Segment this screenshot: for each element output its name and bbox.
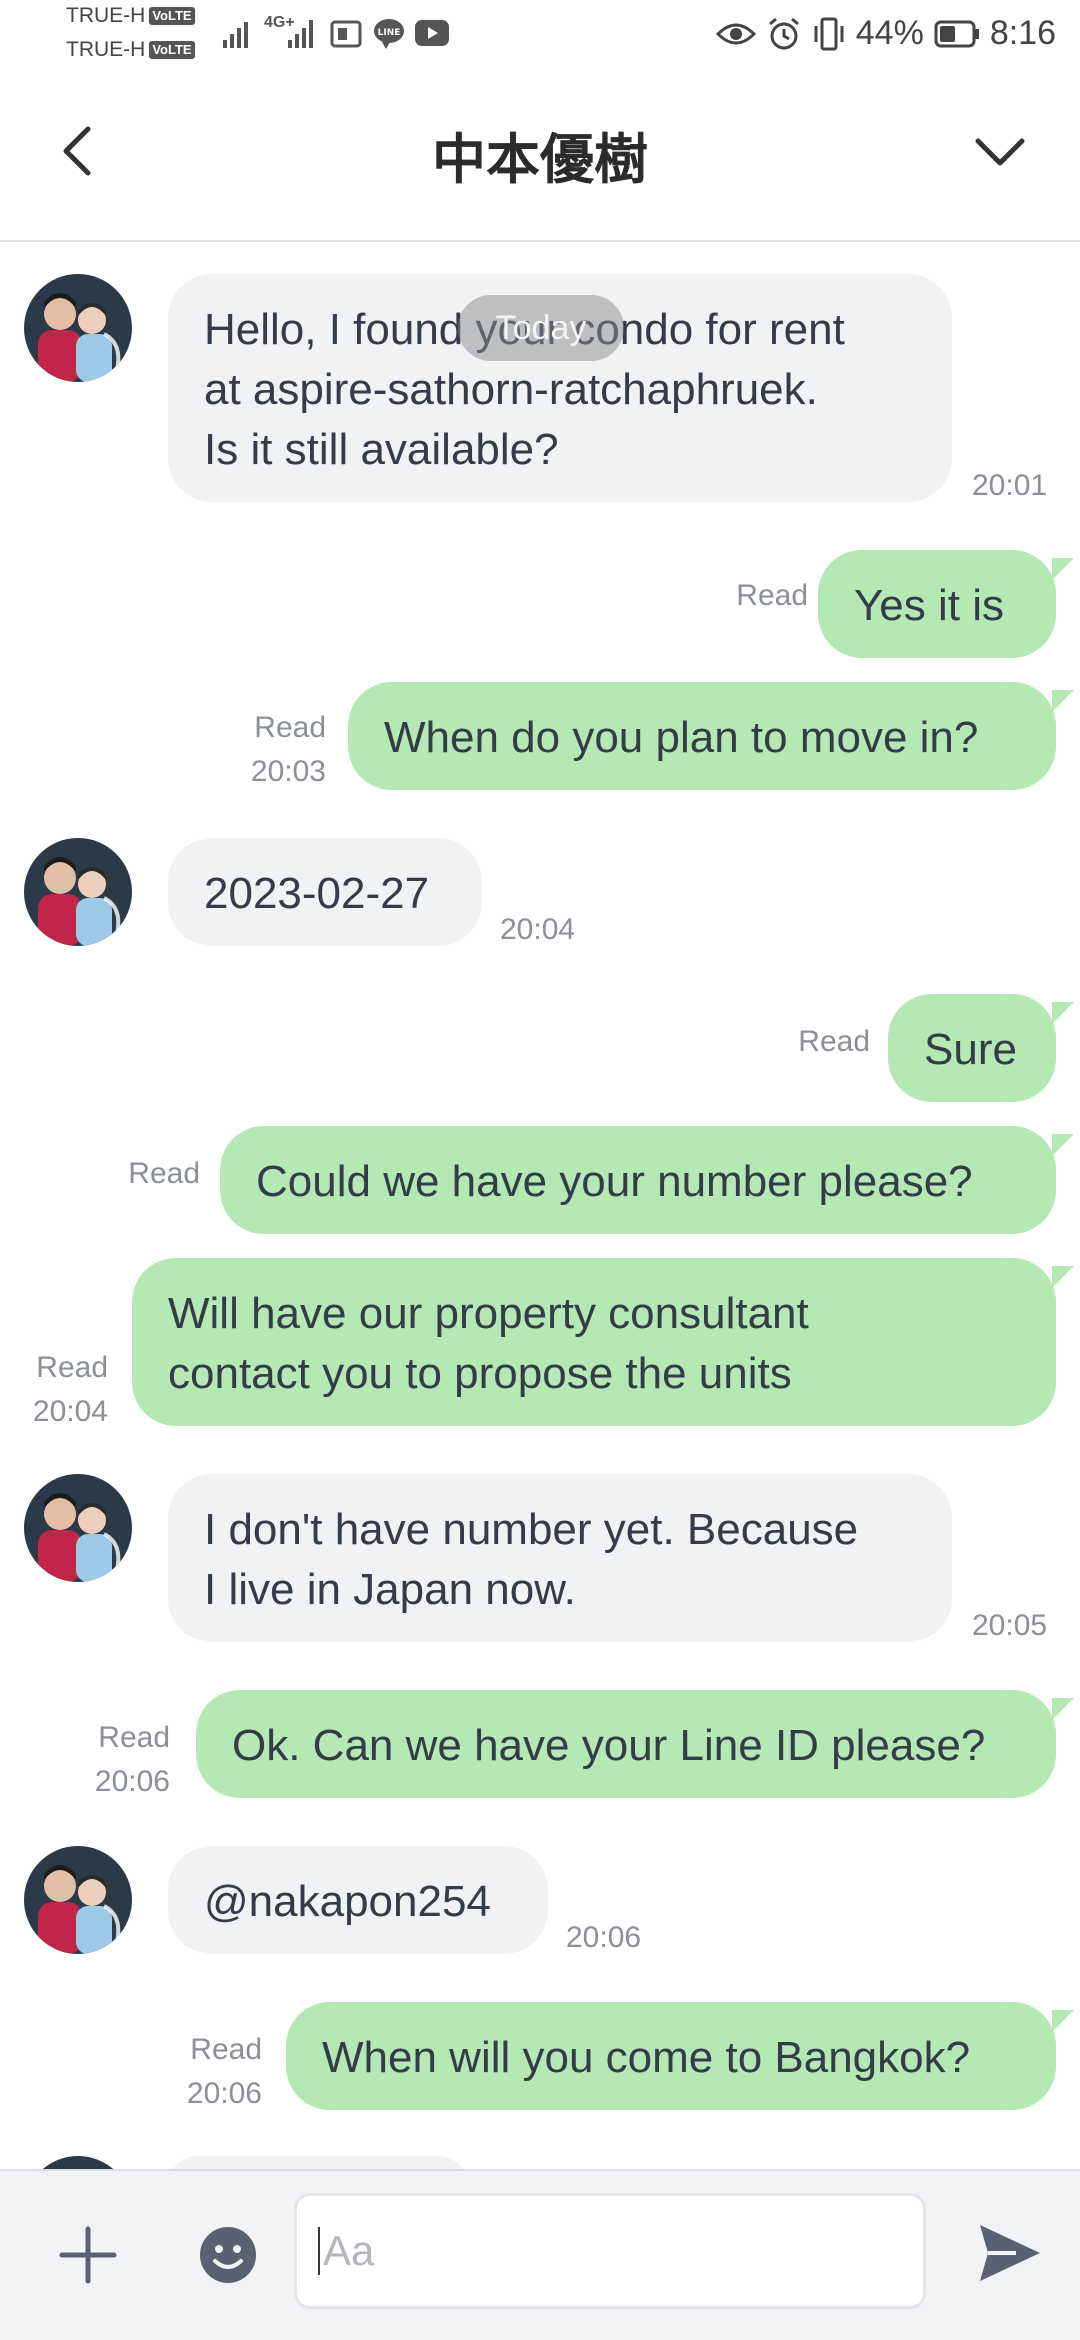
volte-badge-1: VoLTE [149,7,195,25]
signal-icon [223,22,248,48]
message-time: 20:06 [566,1921,642,1954]
emoji-icon[interactable] [198,2225,258,2285]
bubble-tail [1052,690,1074,712]
alarm-icon [768,17,799,49]
incoming-message-bubble[interactable]: 2023-02-27 [168,838,482,946]
carrier-line-1: TRUE-H VoLTE [66,4,195,28]
bubble-tail [1052,558,1074,580]
bubble-tail [1052,1002,1074,1024]
carrier-name-1: TRUE-H [66,4,146,27]
message-input-bar [0,2169,1080,2340]
message-text: Sure [924,1025,1017,1074]
contact-avatar[interactable] [24,274,132,382]
outgoing-message-bubble[interactable]: Ok. Can we have your Line ID please? [196,1690,1056,1798]
carrier-line-2: TRUE-H VoLTE [66,38,195,62]
contact-avatar[interactable] [24,1846,132,1954]
line-app-icon: LINE [374,19,404,49]
message-text: @nakapon254 [204,1877,491,1926]
message-text: When do you plan to move in? [384,713,979,762]
message-time: 20:05 [972,1609,1048,1642]
incoming-message-bubble[interactable]: @nakapon254 [168,1846,548,1954]
outgoing-message-bubble[interactable]: Will have our property consultant contac… [132,1258,1056,1426]
incoming-message-bubble-partial [168,2156,468,2169]
carrier-name-2: TRUE-H [66,38,146,61]
avatar-photo [24,1474,132,1582]
bubble-tail [1052,2010,1074,2032]
bubble-tail [1052,1698,1074,1720]
chat-title: 中本優樹 [432,130,648,190]
message-line: at aspire-sathorn-ratchaphruek. [204,365,818,414]
line-chat-screen: TRUE-H VoLTE TRUE-H VoLTE 4G+ LINE 44% 8… [0,0,1080,2340]
message-text: 2023-02-27 [204,869,430,918]
status-bar: TRUE-H VoLTE TRUE-H VoLTE 4G+ LINE 44% 8… [0,0,1080,75]
office-app-icon [330,20,362,48]
message-text: When will you come to Bangkok? [322,2033,971,2082]
read-receipt: Read [254,711,326,744]
bubble-tail [1052,1134,1074,1156]
message-line: I live in Japan now. [204,1565,576,1614]
volte-badge-2: VoLTE [149,41,195,59]
message-time: 20:04 [32,1395,108,1428]
text-caret [318,2227,320,2275]
avatar-photo [24,1846,132,1954]
message-time: 20:01 [972,469,1048,502]
message-line: contact you to propose the units [168,1349,792,1398]
bubble-tail [1052,1266,1074,1288]
date-divider-pill: Today [458,295,624,361]
read-receipt: Read [798,1025,870,1058]
message-time: 20:03 [250,755,326,788]
svg-text:LINE: LINE [378,28,401,38]
avatar-photo [24,274,132,382]
message-line: Will have our property consultant [168,1289,809,1338]
vibrate-icon [814,17,844,50]
outgoing-message-bubble[interactable]: Yes it is [818,550,1056,658]
message-list[interactable]: Hello, I found your condo for rent at as… [0,242,1080,2169]
clock: 8:16 [989,14,1056,52]
youtube-icon [415,20,449,46]
avatar-photo [24,2156,132,2169]
chevron-down-icon[interactable] [970,121,1030,181]
read-receipt: Read [98,1721,170,1754]
incoming-message-bubble[interactable]: I don't have number yet. Because I live … [168,1474,952,1642]
message-line: I don't have number yet. Because [204,1505,859,1554]
message-line: Is it still available? [204,425,559,474]
chat-header: 中本優樹 [0,75,1080,242]
eye-icon [715,23,756,44]
battery-percent: 44% [855,14,924,52]
outgoing-message-bubble[interactable]: Sure [888,994,1056,1102]
send-icon[interactable] [976,2219,1044,2287]
message-time: 20:06 [186,2077,262,2110]
message-input[interactable] [294,2193,926,2309]
battery-icon [934,20,979,47]
message-time: 20:06 [94,1765,170,1798]
contact-avatar[interactable] [24,838,132,946]
status-right: 44% 8:16 [715,14,1056,53]
message-time: 20:04 [500,913,576,946]
outgoing-message-bubble[interactable]: When do you plan to move in? [348,682,1056,790]
plus-icon[interactable] [58,2225,118,2285]
message-text: Yes it is [854,581,1005,630]
read-receipt: Read [36,1351,108,1384]
read-receipt: Read [736,579,808,612]
contact-avatar[interactable] [24,1474,132,1582]
outgoing-message-bubble[interactable]: Could we have your number please? [220,1126,1056,1234]
message-text: Ok. Can we have your Line ID please? [232,1721,986,1770]
message-text: Could we have your number please? [256,1157,973,1206]
outgoing-message-bubble[interactable]: When will you come to Bangkok? [286,2002,1056,2110]
read-receipt: Read [128,1157,200,1190]
read-receipt: Read [190,2033,262,2066]
contact-avatar-partial [24,2156,132,2169]
signal-icon-2 [288,20,313,48]
avatar-photo [24,838,132,946]
